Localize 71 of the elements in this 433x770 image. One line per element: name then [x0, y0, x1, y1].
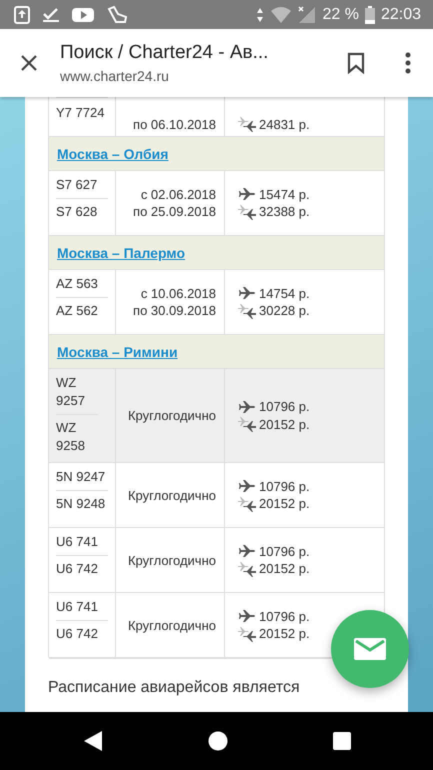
envelope-icon	[354, 638, 386, 660]
menu-icon	[405, 52, 411, 74]
recents-icon	[332, 732, 350, 750]
price-text: 20152 р.	[259, 626, 310, 641]
price-text: 20152 р.	[259, 416, 310, 432]
price-text: 20152 р.	[259, 496, 310, 511]
plane-icon	[237, 286, 257, 300]
flight-number: 5N 9248	[56, 490, 108, 517]
round-trip-icon	[237, 560, 257, 576]
plane-icon	[237, 479, 257, 493]
bookmark-icon	[347, 52, 365, 74]
page-url: www.charter24.ru	[60, 68, 170, 84]
upload-icon	[14, 6, 30, 24]
price-text: 10796 р.	[259, 608, 310, 624]
clock: 22:03	[380, 6, 421, 24]
signal-icon	[298, 6, 316, 24]
close-icon	[20, 54, 38, 72]
plane-icon	[237, 400, 257, 414]
price-text: 20152 р.	[259, 561, 310, 576]
price-text: 10796 р.	[259, 399, 310, 414]
date-text: по 30.09.2018	[133, 303, 216, 318]
flight-number: AZ 562	[56, 297, 108, 324]
round-trip-icon	[237, 416, 257, 432]
flight-number: U6 741	[56, 533, 99, 551]
flight-number: WZ 9258	[56, 414, 98, 459]
round-trip-icon	[237, 626, 257, 642]
check-icon	[42, 6, 60, 22]
wifi-icon	[270, 6, 292, 24]
back-icon	[82, 730, 102, 752]
round-trip-icon	[237, 496, 257, 512]
date-text: Круглогодично	[128, 408, 216, 423]
route-link[interactable]: Москва – Палермо	[57, 244, 186, 260]
date-text: Круглогодично	[128, 618, 216, 632]
flight-number: 5N 9247	[56, 468, 106, 486]
price-text: 15474 р.	[259, 186, 310, 202]
price-text: 10796 р.	[259, 544, 310, 558]
flight-number: Y7 7724	[56, 97, 108, 122]
route-link[interactable]: Москва – Римини	[57, 344, 178, 360]
body-text: Расписание авиарейсов является	[48, 679, 301, 697]
shoe-icon	[106, 6, 128, 24]
price-text: 32388 р.	[259, 204, 310, 219]
flight-number: S7 627	[56, 176, 98, 194]
date-text: Круглогодично	[128, 552, 216, 568]
battery-percent: 22 %	[322, 6, 359, 24]
home-icon	[208, 731, 228, 751]
date-text: по 06.10.2018	[133, 117, 216, 132]
flight-number: S7 628	[56, 198, 108, 225]
date-text: с 10.06.2018	[140, 286, 216, 301]
round-trip-icon	[237, 302, 257, 318]
data-arrows-icon	[256, 6, 264, 22]
price-text: 14754 р.	[259, 286, 310, 300]
flight-number: U6 742	[56, 620, 108, 647]
date-text: Круглогодично	[128, 488, 216, 502]
flight-number: U6 741	[56, 598, 99, 616]
plane-icon	[237, 609, 257, 623]
round-trip-icon	[237, 116, 257, 132]
price-text: 30228 р.	[259, 303, 310, 318]
price-text: 10796 р.	[259, 478, 310, 494]
route-link[interactable]: Москва – Олбия	[57, 146, 168, 162]
plane-icon	[237, 187, 257, 201]
date-text: по 25.09.2018	[133, 204, 216, 219]
page-title: Поиск / Charter24 - Ав...	[60, 42, 270, 64]
price-text: 24831 р.	[259, 116, 310, 132]
plane-icon	[237, 544, 257, 558]
play-icon	[72, 6, 94, 22]
flight-number: WZ 9257	[56, 374, 86, 410]
battery-icon	[364, 6, 375, 24]
date-text: с 02.06.2018	[140, 187, 216, 202]
round-trip-icon	[237, 204, 257, 220]
flight-number: AZ 563	[56, 275, 99, 293]
flight-number: U6 742	[56, 555, 108, 582]
